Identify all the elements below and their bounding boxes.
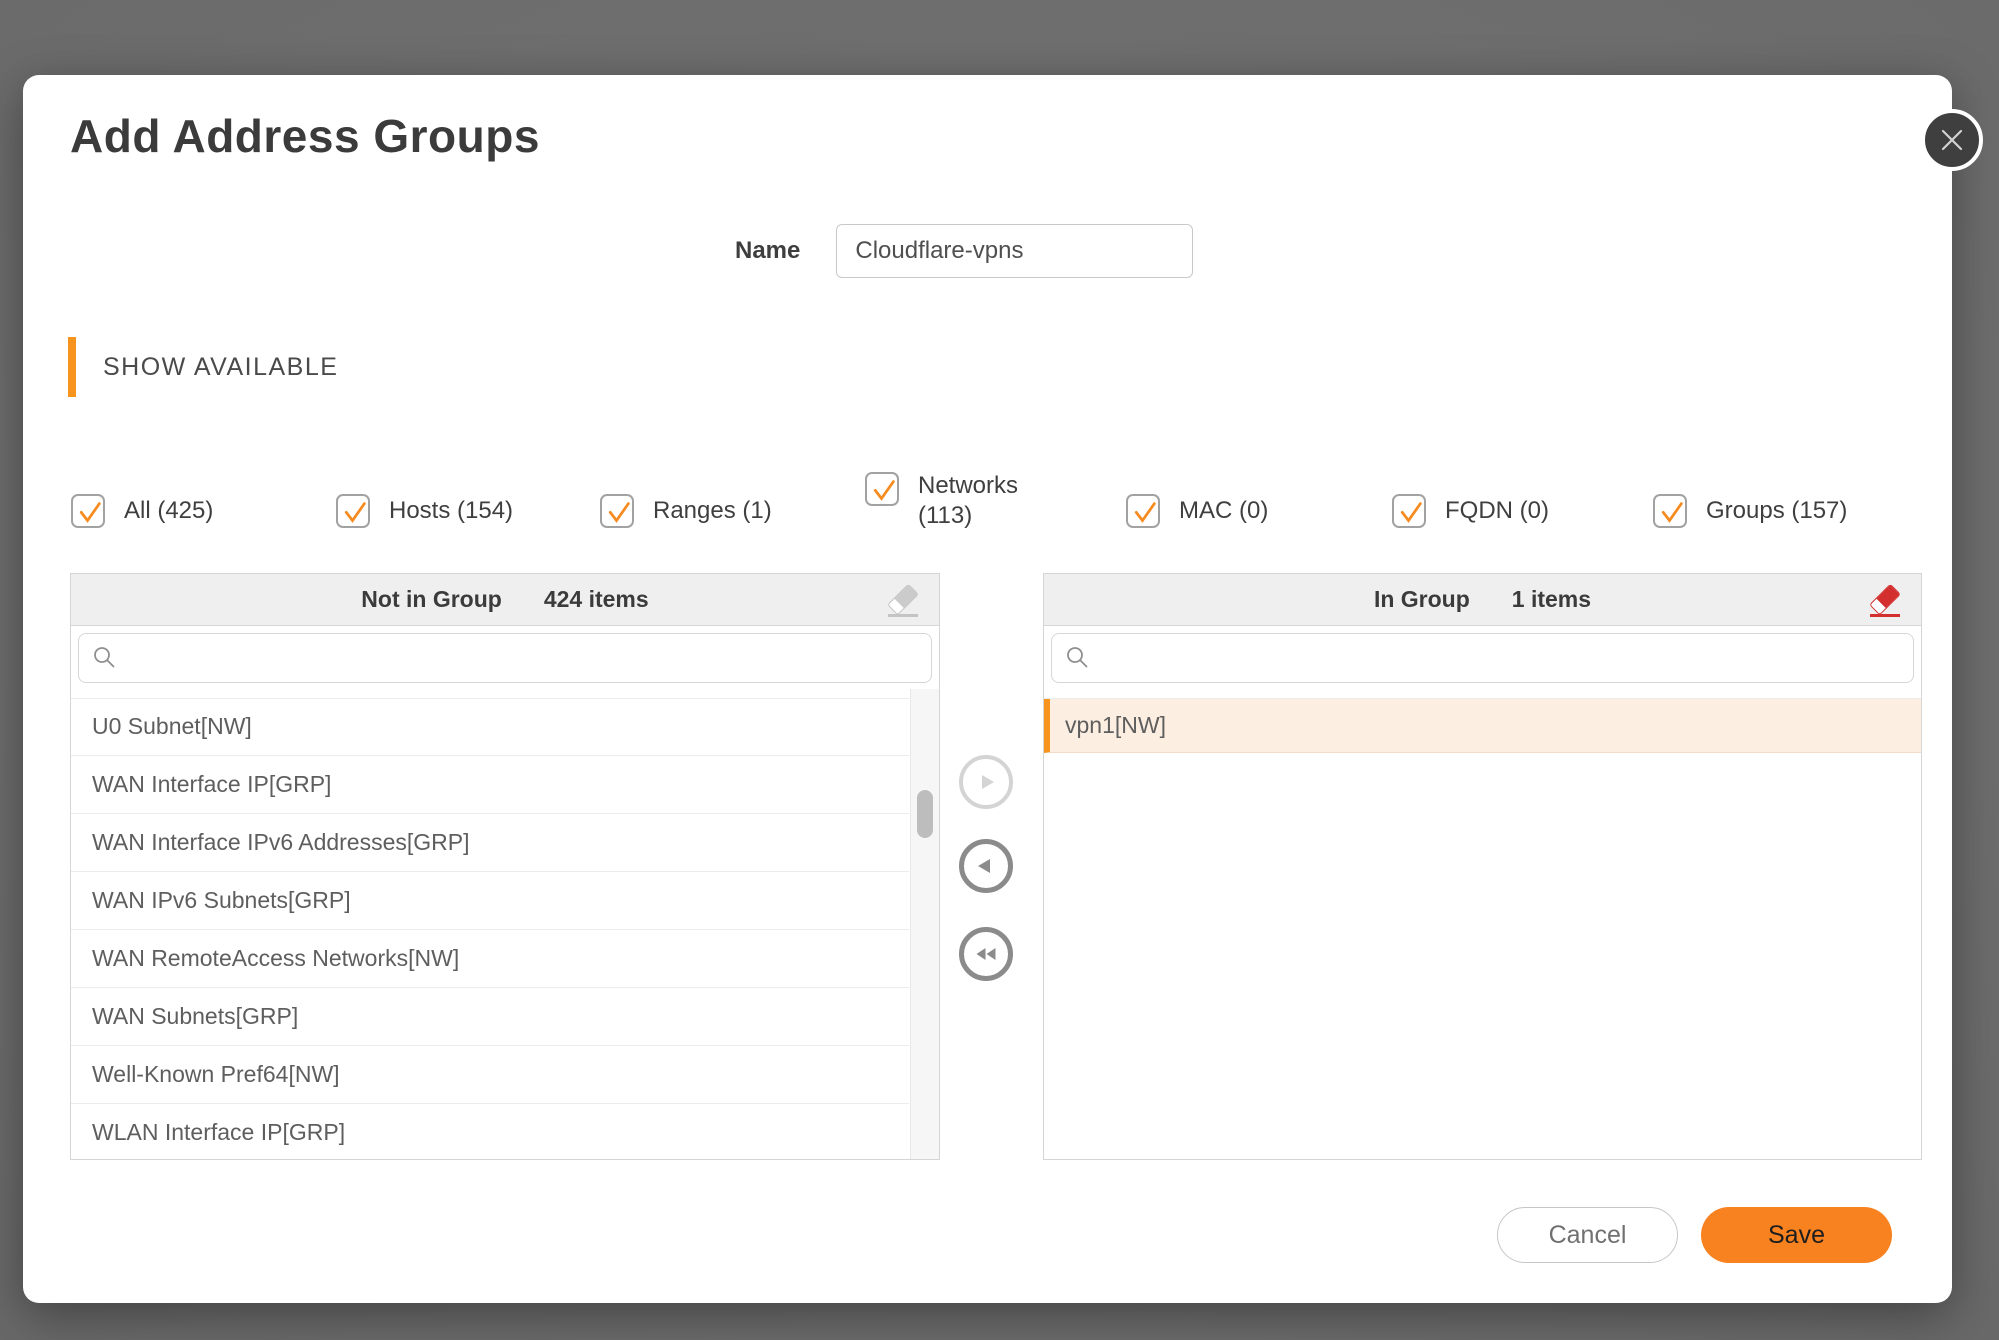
section-accent-bar [68, 337, 76, 397]
checkbox-checked-icon[interactable] [336, 494, 370, 528]
filter-label: Networks (113) [918, 472, 1019, 529]
checkbox-checked-icon[interactable] [600, 494, 634, 528]
save-button[interactable]: Save [1701, 1207, 1892, 1263]
in-group-panel: In Group 1 items vpn1[NW] [1043, 573, 1922, 1160]
filter-label: MAC (0) [1179, 497, 1269, 524]
filter-label: Groups (157) [1706, 497, 1848, 524]
not-in-group-panel: Not in Group 424 items U0 Subnet[NW] WAN… [70, 573, 940, 1160]
filter-label: FQDN (0) [1445, 497, 1549, 524]
list-item[interactable]: WAN IPv6 Subnets[GRP] [71, 872, 909, 930]
name-field-row: Name [735, 224, 1194, 278]
checkbox-checked-icon[interactable] [71, 494, 105, 528]
filter-hosts[interactable]: Hosts (154) [336, 494, 513, 528]
section-title: SHOW AVAILABLE [103, 352, 339, 381]
move-right-button[interactable] [959, 755, 1013, 809]
arrow-left-icon [972, 852, 1000, 880]
filter-all[interactable]: All (425) [71, 494, 213, 528]
search-input[interactable] [1101, 634, 1913, 682]
cancel-button[interactable]: Cancel [1497, 1207, 1678, 1263]
list-item[interactable]: WLAN Interface IP[GRP] [71, 1104, 909, 1159]
close-icon [1939, 127, 1965, 153]
search-input[interactable] [128, 634, 931, 682]
list-item[interactable]: Well-Known Pref64[NW] [71, 1046, 909, 1104]
arrow-right-icon [972, 768, 1000, 796]
add-address-groups-dialog: Add Address Groups Name SHOW AVAILABLE A… [23, 75, 1983, 1303]
panel-count: 424 items [543, 586, 649, 612]
filter-networks[interactable]: Networks (113) [865, 472, 1040, 531]
list-item[interactable]: WAN RemoteAccess Networks[NW] [71, 930, 909, 988]
close-button[interactable] [1921, 109, 1983, 171]
eraser-red-icon[interactable] [1867, 583, 1905, 619]
search-icon [1065, 645, 1091, 671]
double-arrow-left-icon [972, 940, 1000, 968]
list-item[interactable]: WAN Interface IP[GRP] [71, 756, 909, 814]
filter-fqdn[interactable]: FQDN (0) [1392, 494, 1549, 528]
move-left-button[interactable] [959, 839, 1013, 893]
panel-count: 1 items [1511, 586, 1592, 612]
checkbox-checked-icon[interactable] [1653, 494, 1687, 528]
checkbox-checked-icon[interactable] [1126, 494, 1160, 528]
not-in-group-header: Not in Group 424 items [71, 574, 939, 626]
move-all-left-button[interactable] [959, 927, 1013, 981]
list-item[interactable]: U0 Subnet[NW] [71, 698, 909, 756]
name-label: Name [735, 237, 801, 264]
in-group-header: In Group 1 items [1044, 574, 1921, 626]
filter-label: Ranges (1) [653, 497, 772, 524]
panel-title: In Group [1373, 586, 1470, 612]
in-group-list: vpn1[NW] [1044, 698, 1921, 1159]
filter-ranges[interactable]: Ranges (1) [600, 494, 772, 528]
list-item[interactable]: WAN Interface IPv6 Addresses[GRP] [71, 814, 909, 872]
list-item-selected[interactable]: vpn1[NW] [1044, 698, 1921, 753]
not-in-group-list: U0 Subnet[NW] WAN Interface IP[GRP] WAN … [71, 698, 909, 1159]
filter-label: Hosts (154) [389, 497, 514, 524]
scrollbar-track[interactable] [910, 689, 939, 1159]
page-title: Add Address Groups [70, 110, 540, 162]
show-available-section: SHOW AVAILABLE [68, 337, 338, 397]
filter-label: All (425) [124, 497, 214, 524]
search-icon [92, 645, 118, 671]
eraser-icon[interactable] [885, 583, 923, 619]
checkbox-checked-icon[interactable] [865, 472, 899, 506]
filter-groups[interactable]: Groups (157) [1653, 494, 1847, 528]
in-group-search [1051, 633, 1914, 683]
panel-title: Not in Group [361, 586, 502, 612]
list-item[interactable]: WAN Subnets[GRP] [71, 988, 909, 1046]
filter-mac[interactable]: MAC (0) [1126, 494, 1268, 528]
not-in-group-search [78, 633, 932, 683]
checkbox-checked-icon[interactable] [1392, 494, 1426, 528]
scrollbar-thumb[interactable] [917, 790, 933, 838]
name-input[interactable] [836, 224, 1194, 278]
